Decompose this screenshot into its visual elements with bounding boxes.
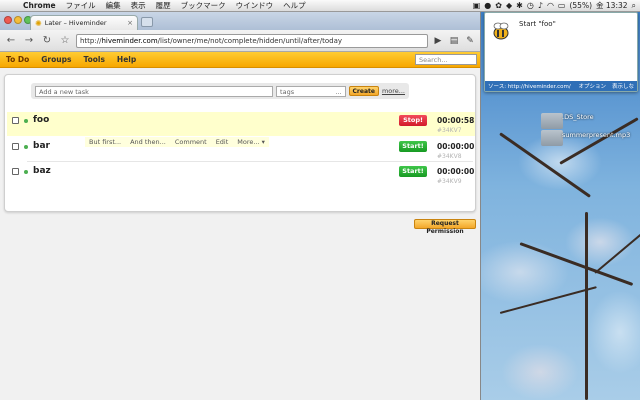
tab-hiveminder[interactable]: ✺ Later – Hiveminder × (30, 15, 138, 30)
tags-more-icon[interactable]: ... (335, 88, 341, 96)
edit-link[interactable]: Edit (216, 137, 229, 147)
task-checkbox[interactable] (12, 143, 19, 150)
row-divider (27, 161, 473, 162)
bluetooth-icon[interactable]: ✱ (516, 0, 523, 12)
task-title[interactable]: baz (33, 166, 51, 176)
growl-options-button[interactable]: オプション (578, 82, 606, 90)
growl-footer: ソース: http://hiveminder.com/ オプション 表示しな (485, 81, 637, 91)
wrench-icon[interactable]: ✎ (464, 36, 476, 46)
task-record-id[interactable]: #34KV8 (437, 153, 462, 160)
browser-toolbar: ← → ↻ ☆ http://hiveminder.com/list/owner… (0, 30, 480, 52)
growl-source: ソース: http://hiveminder.com/ (488, 84, 571, 90)
task-title[interactable]: foo (33, 115, 49, 125)
task-checkbox[interactable] (12, 117, 19, 124)
nav-todo[interactable]: To Do (6, 55, 29, 64)
more-dropdown[interactable]: More... ▾ (237, 137, 265, 147)
search-input[interactable]: Search... (415, 54, 477, 65)
new-tab-button[interactable] (141, 17, 153, 27)
menu-help[interactable]: ヘルプ (278, 0, 311, 11)
address-url: http://hiveminder.com/list/owner/me/not/… (80, 36, 343, 45)
start-timer-button[interactable]: Start! (399, 166, 427, 177)
menu-app-name[interactable]: Chrome (18, 1, 61, 10)
hiveminder-nav: To Do Groups Tools Help Search... (0, 52, 480, 68)
spotlight-icon[interactable]: ⌕ (632, 0, 636, 12)
task-timer: 00:00:00 (437, 142, 475, 151)
reload-icon[interactable]: ↻ (40, 34, 54, 48)
page-menu-icon[interactable]: ▤ (448, 36, 460, 46)
status-icon[interactable]: ✿ (495, 0, 502, 12)
task-row-baz[interactable]: baz Start! 00:00:00 #34KV9 (7, 163, 475, 187)
bookmark-star-icon[interactable]: ☆ (58, 34, 72, 48)
desktop-file-label[interactable]: .DS_Store (562, 113, 594, 121)
menubar: Chrome ファイル 編集 表示 履歴 ブックマーク ウインドウ ヘルプ ▣ … (0, 0, 640, 12)
task-timer: 00:00:58 (437, 116, 475, 125)
file-icon[interactable] (541, 130, 563, 146)
desktop-file-label[interactable]: summerpresent.mp3 (562, 131, 630, 139)
comment-link[interactable]: Comment (175, 137, 207, 147)
tab-strip: ✺ Later – Hiveminder × (0, 12, 480, 30)
priority-dot-icon (24, 145, 28, 149)
tags-input[interactable]: tags ... (276, 85, 346, 97)
hiveminder-page: To Do Groups Tools Help Search... Add a … (0, 52, 480, 400)
hiveminder-bee-icon (493, 22, 509, 40)
more-link[interactable]: more... (382, 87, 405, 95)
priority-dot-icon (24, 119, 28, 123)
status-icon[interactable]: ▣ (473, 0, 481, 12)
status-icon[interactable]: ◆ (506, 0, 512, 12)
status-icon[interactable]: ● (484, 0, 491, 12)
add-task-input[interactable]: Add a new task (35, 85, 274, 97)
battery-icon[interactable]: ▭ (558, 0, 566, 12)
tab-close-icon[interactable]: × (127, 19, 133, 27)
growl-title: Start "foo" (519, 20, 556, 28)
task-row-foo[interactable]: foo Stop! 00:00:58 #34KV7 (7, 112, 475, 136)
task-record-id[interactable]: #34KV9 (437, 178, 462, 185)
create-button[interactable]: Create (348, 86, 379, 96)
go-arrow-icon[interactable]: ▶ (432, 36, 444, 46)
status-area: ▣ ● ✿ ◆ ✱ ◷ ♪ ◠ ▭ (55%) 金 13:32 ⌕ (473, 0, 640, 12)
close-window-icon[interactable] (4, 16, 12, 24)
hiveminder-favicon-icon: ✺ (35, 18, 42, 28)
nav-help[interactable]: Help (117, 55, 136, 64)
tags-placeholder: tags (280, 87, 295, 96)
add-task-bar: Add a new task tags ... Create more... (31, 83, 409, 99)
start-timer-button[interactable]: Start! (399, 141, 427, 152)
file-icon[interactable] (541, 113, 563, 129)
task-list-panel: Add a new task tags ... Create more... f… (4, 74, 476, 212)
time-machine-icon[interactable]: ◷ (527, 0, 534, 12)
and-then-link[interactable]: And then... (130, 137, 166, 147)
but-first-link[interactable]: But first... (89, 137, 121, 147)
wifi-icon[interactable]: ◠ (547, 0, 554, 12)
task-record-id[interactable]: #34KV7 (437, 127, 462, 134)
menu-edit[interactable]: 編集 (101, 0, 126, 11)
priority-dot-icon (24, 170, 28, 174)
battery-percent[interactable]: (55%) (569, 1, 592, 10)
growl-notification[interactable]: Start "foo" ソース: http://hiveminder.com/ … (484, 12, 638, 92)
menu-history[interactable]: 履歴 (151, 0, 176, 11)
menu-file[interactable]: ファイル (61, 0, 101, 11)
growl-dismiss-button[interactable]: 表示しな (612, 82, 634, 90)
stop-timer-button[interactable]: Stop! (399, 115, 427, 126)
address-bar[interactable]: http://hiveminder.com/list/owner/me/not/… (76, 33, 428, 48)
menubar-clock[interactable]: 金 13:32 (596, 0, 628, 11)
nav-groups[interactable]: Groups (41, 55, 71, 64)
request-permission-button[interactable]: Request Permission (414, 219, 476, 235)
menu-bookmarks[interactable]: ブックマーク (176, 0, 231, 11)
back-icon[interactable]: ← (4, 34, 18, 48)
menu-window[interactable]: ウインドウ (231, 0, 279, 11)
volume-icon[interactable]: ♪ (538, 0, 543, 12)
nav-tools[interactable]: Tools (83, 55, 104, 64)
task-title[interactable]: bar (33, 141, 50, 151)
tab-title: Later – Hiveminder (44, 19, 107, 27)
minimize-window-icon[interactable] (14, 16, 22, 24)
browser-window: ✺ Later – Hiveminder × ← → ↻ ☆ http://hi… (0, 12, 481, 400)
task-timer: 00:00:00 (437, 167, 475, 176)
task-actions-menu: But first... And then... Comment Edit Mo… (85, 137, 269, 147)
task-checkbox[interactable] (12, 168, 19, 175)
menu-view[interactable]: 表示 (126, 0, 151, 11)
forward-icon[interactable]: → (22, 34, 36, 48)
